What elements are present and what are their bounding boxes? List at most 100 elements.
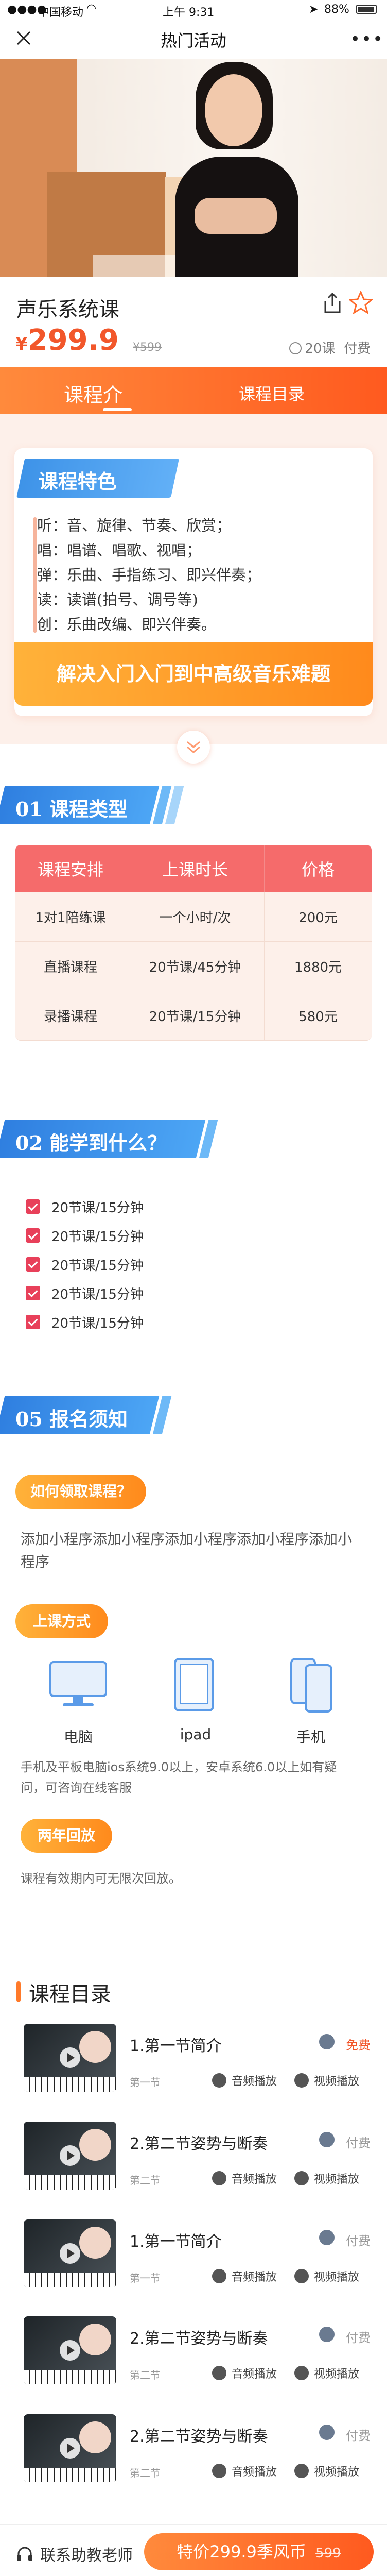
location-icon: ➤: [309, 3, 319, 16]
favorite-star-icon[interactable]: [348, 290, 374, 315]
share-icon[interactable]: [322, 292, 343, 314]
feature-line: 读：读谱(拍号、调号等): [37, 591, 198, 608]
feature-line: 创：乐曲改编、即兴伴奏。: [37, 616, 217, 633]
table-cell: 直播课程: [43, 960, 97, 975]
tab-intro[interactable]: 课程介绍: [31, 367, 134, 435]
feature-line: 唱：唱谱、唱歌、视唱；: [37, 541, 202, 559]
checkbox-icon: [26, 1286, 40, 1300]
video-play-button[interactable]: 视频播放: [294, 2268, 359, 2284]
lesson-count: 20课: [305, 341, 336, 357]
lesson-item[interactable]: 1.第一节简介 免费 第一节 音频播放 视频播放: [16, 2024, 371, 2101]
audio-icon: [212, 2269, 226, 2283]
play-icon: [60, 2243, 80, 2264]
checkbox-icon: [26, 1257, 40, 1272]
audio-icon: [212, 2073, 226, 2088]
lesson-title: 2.第二节姿势与断奏: [130, 2428, 268, 2446]
review-text: 课程有效期内可无限次回放。: [21, 1871, 181, 1886]
checkbox-icon: [26, 1199, 40, 1214]
lesson-tag: 免费: [346, 2038, 371, 2053]
original-price: ¥599: [133, 341, 162, 354]
video-play-button[interactable]: 视频播放: [294, 2463, 359, 2479]
table-row: 直播课程 20节课/45分钟 1880元: [15, 942, 372, 991]
course-title: 声乐系统课: [16, 298, 119, 321]
howto-pill: 如何领取课程？: [15, 1475, 146, 1509]
buy-old-price: 599: [315, 2546, 341, 2561]
nav-bar: 热门活动 •••: [0, 19, 387, 59]
feature-line: 听：音、旋律、节奏、欣赏；: [37, 517, 232, 534]
list-item: 20节课/15分钟: [26, 1312, 144, 1332]
audio-play-button[interactable]: 音频播放: [212, 2170, 277, 2187]
video-play-button[interactable]: 视频播放: [294, 2072, 359, 2089]
headset-icon: [15, 2545, 34, 2563]
device-label: ipad: [180, 1726, 212, 1743]
catalog-title: 课程目录: [29, 1982, 111, 2006]
price-value: 299.9: [27, 324, 119, 357]
page-title: 热门活动: [160, 31, 226, 50]
features-accent-bar: [33, 517, 37, 633]
video-icon: [294, 2269, 309, 2283]
lesson-thumbnail: [24, 2414, 116, 2482]
table-header-row: 课程安排 上课时长 价格: [15, 845, 372, 892]
lesson-sub: 第一节: [130, 2272, 161, 2284]
buy-button[interactable]: 特价299.9季风币 599: [144, 2533, 374, 2570]
lesson-item[interactable]: 2.第二节姿势与断奏 付费 第二节 音频播放 视频播放: [16, 2122, 371, 2199]
video-play-button[interactable]: 视频播放: [294, 2365, 359, 2381]
tab-underline: [103, 408, 132, 411]
audio-play-button[interactable]: 音频播放: [212, 2072, 277, 2089]
audio-play-button[interactable]: 音频播放: [212, 2365, 277, 2381]
section-header-signup: 05 报名须知: [0, 1396, 175, 1434]
audio-play-button[interactable]: 音频播放: [212, 2268, 277, 2284]
table-cell: 200元: [298, 910, 338, 926]
lesson-title: 2.第二节姿势与断奏: [130, 2330, 268, 2348]
list-item: 20节课/15分钟: [26, 1225, 144, 1246]
features-section: 课程特色 听：音、旋律、节奏、欣赏； 唱：唱谱、唱歌、视唱； 弹：乐曲、手指练习…: [0, 414, 387, 744]
table-cell: 1880元: [294, 960, 342, 975]
lesson-item[interactable]: 1.第一节简介 付费 第一节 音频播放 视频播放: [16, 2219, 371, 2297]
section-header-learn: 02 能学到什么？: [0, 1120, 218, 1158]
lesson-item[interactable]: 2.第二节姿势与断奏 付费 第二节 音频播放 视频播放: [16, 2316, 371, 2394]
wifi-icon: ◠: [86, 2, 97, 15]
more-icon[interactable]: •••: [350, 29, 384, 49]
device-label: 手机: [296, 1728, 325, 1745]
section-title: 01 课程类型: [15, 798, 128, 821]
play-icon: [60, 2438, 80, 2459]
bottom-bar: 联系助教老师 特价299.9季风币 599: [0, 2524, 387, 2576]
howto-text: 添加小程序添加小程序添加小程序添加小程序添加小程序: [21, 1531, 353, 1570]
table-cell: 20节课/15分钟: [126, 991, 265, 1040]
audio-play-button[interactable]: 音频播放: [212, 2463, 277, 2479]
tab-bar: 课程介绍 课程目录: [0, 367, 387, 435]
video-icon: [294, 2073, 309, 2088]
list-item: 20节课/15分钟: [26, 1254, 144, 1275]
lesson-item[interactable]: 2.第二节姿势与断奏 付费 第二节 音频播放 视频播放: [16, 2414, 371, 2492]
tab-label: 课程目录: [239, 384, 305, 404]
table-cell: 1对1陪练课: [35, 910, 106, 926]
avatar-badge-icon: [319, 2132, 335, 2147]
section-header-types: 01 课程类型: [0, 786, 185, 824]
contact-teacher-button[interactable]: 联系助教老师: [15, 2543, 133, 2565]
table-cell: 录播课程: [43, 1009, 97, 1025]
expand-down-icon[interactable]: [177, 731, 210, 764]
review-pill: 两年回放: [21, 1819, 112, 1853]
table-header-cell: 上课时长: [126, 845, 265, 892]
video-icon: [294, 2464, 309, 2478]
features-banner-button[interactable]: 解决入门入门到中高级音乐难题: [14, 642, 373, 706]
price-symbol: ¥: [15, 334, 28, 354]
video-play-button[interactable]: 视频播放: [294, 2170, 359, 2187]
tab-catalog[interactable]: 课程目录: [226, 367, 329, 414]
hero-banner: [0, 59, 387, 277]
video-icon: [294, 2366, 309, 2380]
arms-shape: [195, 198, 277, 234]
course-type-table: 课程安排 上课时长 价格 1对1陪练课 一个小时/次 200元 直播课程 20节…: [15, 845, 372, 1041]
table-cell: 一个小时/次: [126, 892, 265, 941]
table-header-cell: 价格: [301, 859, 335, 879]
clock-icon: [289, 342, 302, 354]
lesson-title: 1.第一节简介: [130, 2037, 222, 2055]
lesson-thumbnail: [24, 2122, 116, 2190]
play-icon: [60, 2145, 80, 2166]
table-cell: 20节课/45分钟: [126, 942, 265, 991]
lesson-tag: 付费: [346, 2331, 371, 2345]
features-heading: 课程特色: [16, 459, 180, 498]
device-label: 电脑: [63, 1728, 93, 1745]
list-item: 20节课/15分钟: [26, 1196, 144, 1217]
avatar-badge-icon: [319, 2034, 335, 2049]
